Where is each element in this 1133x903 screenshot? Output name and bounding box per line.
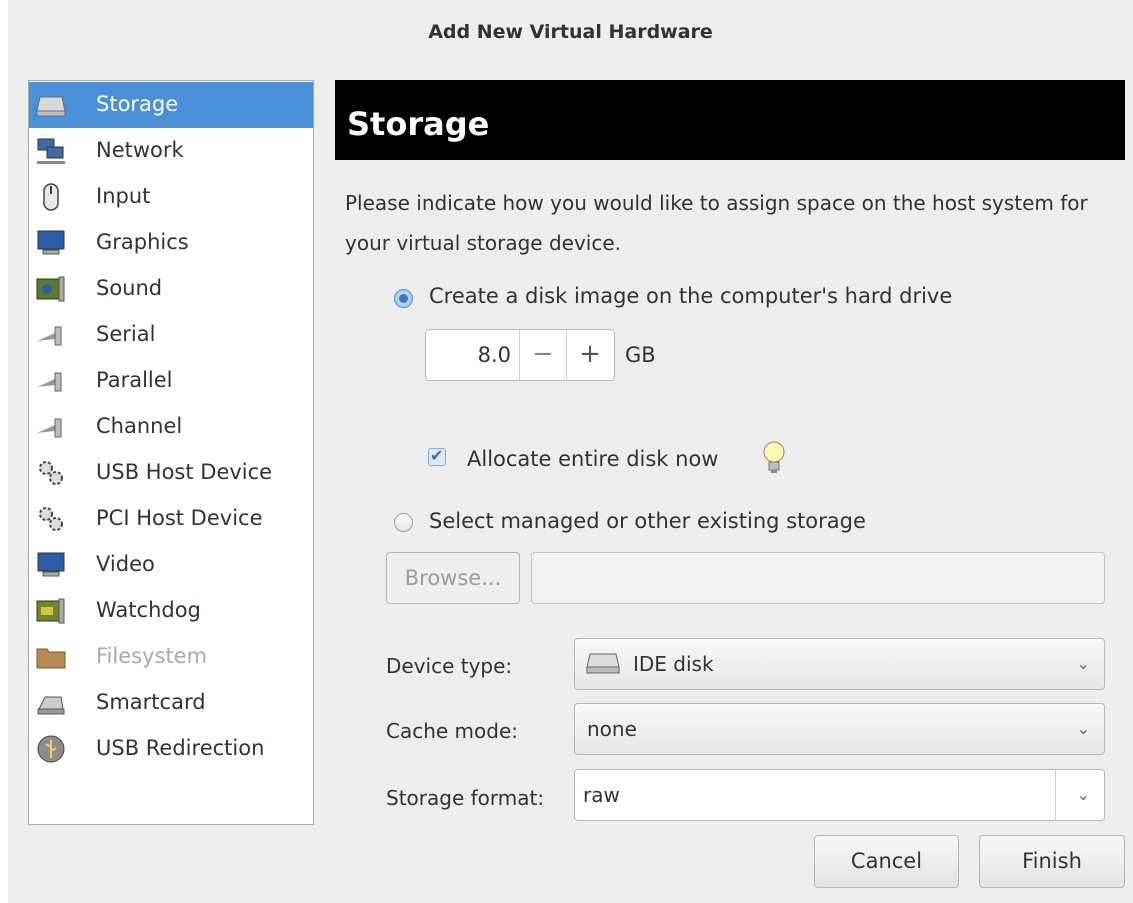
decrease-size-button[interactable]: − bbox=[519, 330, 566, 380]
board-icon bbox=[36, 598, 65, 624]
sidebar-item-label: Input bbox=[96, 184, 151, 208]
mouse-icon bbox=[43, 183, 59, 211]
storage-format-label: Storage format: bbox=[386, 786, 545, 810]
finish-button[interactable]: Finish bbox=[979, 835, 1125, 888]
sidebar-item-label: Parallel bbox=[96, 368, 173, 392]
card-reader-icon bbox=[37, 696, 65, 715]
usb-icon bbox=[37, 735, 65, 763]
sidebar-item-label: USB Host Device bbox=[96, 460, 273, 484]
gears-icon bbox=[39, 461, 63, 485]
storage-path-input[interactable] bbox=[531, 552, 1105, 604]
sidebar-item-label: PCI Host Device bbox=[96, 506, 263, 530]
sidebar-item-label: Watchdog bbox=[96, 598, 201, 622]
sidebar-item-usb-redirection[interactable]: USB Redirection bbox=[29, 726, 313, 772]
allocate-disk-checkbox[interactable] bbox=[428, 446, 446, 466]
sidebar-item-channel[interactable]: Channel bbox=[29, 404, 313, 450]
sidebar-item-pci-host-device[interactable]: PCI Host Device bbox=[29, 496, 313, 542]
combo-separator bbox=[1055, 770, 1056, 820]
sidebar-item-label: Channel bbox=[96, 414, 183, 438]
storage-format-combo[interactable]: raw ⌄ bbox=[574, 769, 1105, 821]
sidebar-item-label: Graphics bbox=[96, 230, 189, 254]
monitor-icon bbox=[37, 552, 65, 577]
select-existing-label[interactable]: Select managed or other existing storage bbox=[429, 509, 866, 533]
browse-button[interactable]: Browse... bbox=[386, 552, 520, 604]
hard-disk-icon bbox=[36, 96, 66, 117]
sidebar-item-watchdog[interactable]: Watchdog bbox=[29, 588, 313, 634]
monitor-icon bbox=[37, 230, 65, 255]
hardware-type-list[interactable]: Storage Network Input Graphics Sound Ser… bbox=[28, 80, 314, 825]
page-description: Please indicate how you would like to as… bbox=[345, 191, 1088, 255]
sidebar-item-label: Filesystem bbox=[96, 644, 208, 668]
sidebar-item-label: Smartcard bbox=[96, 690, 206, 714]
gears-icon bbox=[39, 507, 63, 531]
device-type-label: Device type: bbox=[386, 654, 513, 678]
page-title: Storage bbox=[335, 80, 1125, 160]
sidebar-item-graphics[interactable]: Graphics bbox=[29, 220, 313, 266]
cache-mode-label: Cache mode: bbox=[386, 719, 519, 743]
select-existing-radio[interactable] bbox=[394, 513, 413, 532]
size-unit-label: GB bbox=[625, 343, 656, 367]
allocate-disk-label[interactable]: Allocate entire disk now bbox=[467, 447, 718, 471]
device-type-value: IDE disk bbox=[633, 652, 714, 676]
sidebar-item-usb-host-device[interactable]: USB Host Device bbox=[29, 450, 313, 496]
chevron-down-icon: ⌄ bbox=[1076, 654, 1090, 673]
cache-mode-select[interactable]: none ⌄ bbox=[574, 703, 1105, 755]
sidebar-item-video[interactable]: Video bbox=[29, 542, 313, 588]
sidebar-item-network[interactable]: Network bbox=[29, 128, 313, 174]
sidebar-item-label: Network bbox=[96, 138, 184, 162]
network-icon bbox=[37, 138, 65, 164]
create-disk-radio[interactable] bbox=[394, 289, 413, 308]
chevron-down-icon[interactable]: ⌄ bbox=[1077, 770, 1090, 820]
disk-size-spinner[interactable]: 8.0 − + bbox=[425, 329, 615, 381]
cache-mode-value: none bbox=[587, 717, 637, 741]
create-disk-label[interactable]: Create a disk image on the computer's ha… bbox=[429, 284, 952, 308]
storage-format-value[interactable]: raw bbox=[583, 770, 620, 820]
sidebar-item-label: USB Redirection bbox=[96, 736, 265, 760]
sidebar-item-filesystem: Filesystem bbox=[29, 634, 313, 680]
increase-size-button[interactable]: + bbox=[566, 330, 613, 380]
channel-plug-icon bbox=[37, 418, 62, 438]
sidebar-item-parallel[interactable]: Parallel bbox=[29, 358, 313, 404]
sidebar-item-label: Storage bbox=[96, 92, 179, 116]
sidebar-item-label: Serial bbox=[96, 322, 156, 346]
serial-plug-icon bbox=[37, 326, 62, 346]
cancel-button[interactable]: Cancel bbox=[814, 835, 959, 888]
chevron-down-icon: ⌄ bbox=[1076, 719, 1090, 738]
sidebar-item-smartcard[interactable]: Smartcard bbox=[29, 680, 313, 726]
hard-disk-icon bbox=[586, 653, 620, 674]
folder-icon bbox=[36, 648, 66, 669]
sidebar-item-serial[interactable]: Serial bbox=[29, 312, 313, 358]
sound-card-icon bbox=[36, 276, 65, 302]
window-title: Add New Virtual Hardware bbox=[428, 21, 713, 43]
parallel-plug-icon bbox=[37, 372, 62, 392]
sidebar-item-label: Video bbox=[96, 552, 155, 576]
sidebar-item-storage[interactable]: Storage bbox=[29, 82, 313, 128]
sidebar-item-input[interactable]: Input bbox=[29, 174, 313, 220]
lightbulb-hint-icon bbox=[763, 441, 785, 473]
device-type-select[interactable]: IDE disk ⌄ bbox=[574, 638, 1105, 690]
sidebar-item-sound[interactable]: Sound bbox=[29, 266, 313, 312]
add-hardware-dialog: Add New Virtual Hardware Storage Network… bbox=[8, 0, 1133, 903]
sidebar-item-label: Sound bbox=[96, 276, 163, 300]
disk-size-value[interactable]: 8.0 bbox=[426, 330, 519, 380]
